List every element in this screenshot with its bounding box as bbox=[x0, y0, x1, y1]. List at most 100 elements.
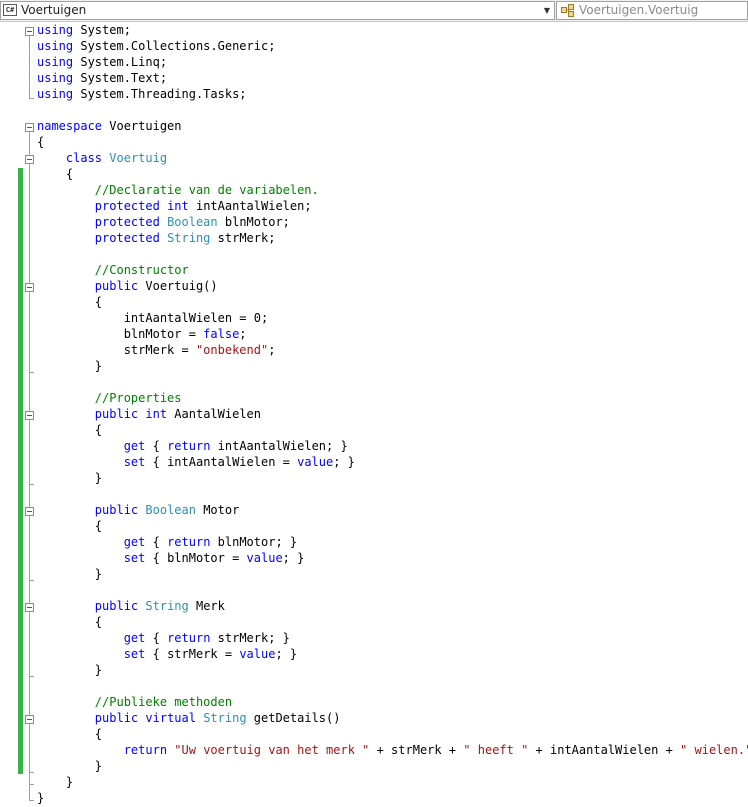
code-token: int bbox=[167, 199, 189, 213]
code-line[interactable]: protected int intAantalWielen; bbox=[37, 198, 748, 214]
code-line[interactable]: set { blnMotor = value; } bbox=[37, 550, 748, 566]
chevron-down-icon[interactable]: ▼ bbox=[541, 3, 553, 18]
code-line[interactable]: public String Merk bbox=[37, 598, 748, 614]
code-token: System.Text; bbox=[73, 71, 168, 85]
code-token: //Publieke methoden bbox=[94, 695, 233, 709]
code-token: { bbox=[37, 295, 103, 309]
code-line[interactable]: using System; bbox=[37, 22, 748, 38]
code-token: { bbox=[37, 167, 74, 181]
code-line[interactable]: namespace Voertuigen bbox=[37, 118, 748, 134]
code-line[interactable]: } bbox=[37, 662, 748, 678]
code-line[interactable]: using System.Text; bbox=[37, 70, 748, 86]
code-token: using bbox=[37, 71, 74, 85]
code-token: intAantalWielen; bbox=[188, 199, 312, 213]
collapse-property-aantalwielen-icon[interactable] bbox=[25, 411, 34, 420]
code-token: set bbox=[123, 551, 146, 565]
code-line[interactable]: public Voertuig() bbox=[37, 278, 748, 294]
collapse-method-getdetails-icon[interactable] bbox=[25, 715, 34, 724]
code-line[interactable]: public int AantalWielen bbox=[37, 406, 748, 422]
code-token: protected bbox=[94, 199, 160, 213]
code-line[interactable]: } bbox=[37, 758, 748, 774]
code-line[interactable]: class Voertuig bbox=[37, 150, 748, 166]
code-line[interactable]: get { return intAantalWielen; } bbox=[37, 438, 748, 454]
code-token: System.Threading.Tasks; bbox=[73, 87, 247, 101]
code-line[interactable]: } bbox=[37, 566, 748, 582]
code-line[interactable] bbox=[37, 678, 748, 694]
code-token: get bbox=[123, 535, 146, 549]
code-line[interactable]: protected String strMerk; bbox=[37, 230, 748, 246]
code-line[interactable]: public virtual String getDetails() bbox=[37, 710, 748, 726]
collapse-class-icon[interactable] bbox=[25, 155, 34, 164]
code-line[interactable]: intAantalWielen = 0; bbox=[37, 310, 748, 326]
code-line[interactable]: } bbox=[37, 358, 748, 374]
code-line[interactable]: protected Boolean blnMotor; bbox=[37, 214, 748, 230]
code-line[interactable]: get { return blnMotor; } bbox=[37, 534, 748, 550]
collapse-namespace-icon[interactable] bbox=[25, 123, 34, 132]
code-line[interactable]: public Boolean Motor bbox=[37, 502, 748, 518]
code-line[interactable]: blnMotor = false; bbox=[37, 326, 748, 342]
code-token: using bbox=[37, 55, 74, 69]
code-line[interactable]: //Declaratie van de variabelen. bbox=[37, 182, 748, 198]
outline-guide bbox=[29, 36, 30, 98]
code-line[interactable]: set { intAantalWielen = value; } bbox=[37, 454, 748, 470]
code-token: public bbox=[94, 711, 139, 725]
code-line[interactable]: using System.Linq; bbox=[37, 54, 748, 70]
code-line[interactable]: get { return strMerk; } bbox=[37, 630, 748, 646]
code-line[interactable] bbox=[37, 582, 748, 598]
code-token: } bbox=[37, 791, 45, 805]
collapse-property-motor-icon[interactable] bbox=[25, 507, 34, 516]
types-dropdown[interactable]: C# Voertuigen ▼ bbox=[0, 1, 555, 20]
code-line[interactable]: { bbox=[37, 614, 748, 630]
code-line[interactable]: strMerk = "onbekend"; bbox=[37, 342, 748, 358]
code-line[interactable]: { bbox=[37, 134, 748, 150]
code-line[interactable]: { bbox=[37, 422, 748, 438]
collapse-usings-icon[interactable] bbox=[25, 27, 34, 36]
code-line[interactable] bbox=[37, 102, 748, 118]
source-code[interactable]: using System; using System.Collections.Ge… bbox=[37, 22, 748, 806]
code-token: { bbox=[37, 615, 103, 629]
code-line[interactable]: } bbox=[37, 790, 748, 806]
code-line[interactable]: { bbox=[37, 518, 748, 534]
code-line[interactable] bbox=[37, 246, 748, 262]
collapse-constructor-icon[interactable] bbox=[25, 283, 34, 292]
code-token: ; } bbox=[333, 455, 355, 469]
code-editor[interactable]: using System; using System.Collections.Ge… bbox=[0, 22, 748, 807]
code-token: { bbox=[145, 439, 168, 453]
code-line[interactable]: using System.Threading.Tasks; bbox=[37, 86, 748, 102]
code-token: " wielen." bbox=[680, 743, 748, 757]
code-token: { bbox=[145, 535, 168, 549]
code-token: value bbox=[239, 647, 276, 661]
members-dropdown[interactable]: Voertuigen.Voertuig bbox=[556, 1, 748, 20]
code-line[interactable] bbox=[37, 486, 748, 502]
code-line[interactable]: { bbox=[37, 294, 748, 310]
code-line[interactable]: { bbox=[37, 726, 748, 742]
code-line[interactable]: using System.Collections.Generic; bbox=[37, 38, 748, 54]
code-line[interactable]: //Publieke methoden bbox=[37, 694, 748, 710]
collapse-property-merk-icon[interactable] bbox=[25, 603, 34, 612]
code-line[interactable]: //Properties bbox=[37, 390, 748, 406]
code-line[interactable]: return "Uw voertuig van het merk " + str… bbox=[37, 742, 748, 758]
code-token: ; bbox=[239, 327, 247, 341]
code-token: get bbox=[123, 439, 146, 453]
code-token: String bbox=[167, 231, 211, 245]
code-line[interactable]: } bbox=[37, 470, 748, 486]
code-line[interactable] bbox=[37, 374, 748, 390]
code-line[interactable]: { bbox=[37, 166, 748, 182]
code-line[interactable]: set { strMerk = value; } bbox=[37, 646, 748, 662]
code-line[interactable]: } bbox=[37, 774, 748, 790]
code-token: } bbox=[37, 359, 103, 373]
code-line[interactable]: //Constructor bbox=[37, 262, 748, 278]
